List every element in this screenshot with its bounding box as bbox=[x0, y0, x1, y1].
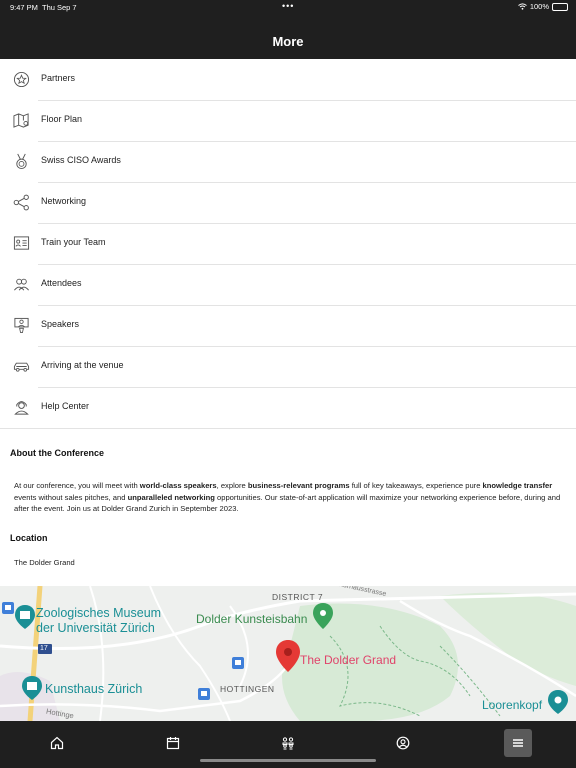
menu-label: Swiss CISO Awards bbox=[41, 155, 121, 165]
attendees-icon bbox=[282, 737, 294, 750]
status-right: 100% bbox=[517, 2, 568, 11]
battery-percent: 100% bbox=[529, 2, 549, 11]
map-label-kunsthaus: Kunsthaus Zürich bbox=[45, 682, 143, 696]
menu-icon bbox=[513, 739, 523, 747]
medal-icon bbox=[16, 153, 27, 170]
nav-bar: More bbox=[0, 14, 576, 59]
about-heading: About the Conference bbox=[10, 448, 105, 458]
menu-label: Networking bbox=[41, 196, 87, 206]
car-icon bbox=[13, 362, 30, 372]
battery-icon bbox=[552, 2, 568, 11]
menu-item-help-center[interactable]: Help Center bbox=[0, 387, 576, 429]
status-date: Thu Sep 7 bbox=[42, 3, 77, 12]
menu-label: Partners bbox=[41, 73, 76, 83]
menu-item-train-your-team[interactable]: Train your Team bbox=[0, 223, 576, 265]
menu-label: Attendees bbox=[41, 278, 82, 288]
home-icon bbox=[50, 736, 64, 750]
about-text: At our conference, you will meet with wo… bbox=[14, 481, 561, 513]
multitasking-dots-icon[interactable]: ••• bbox=[282, 1, 294, 11]
calendar-icon bbox=[166, 737, 180, 750]
location-name: The Dolder Grand bbox=[14, 558, 75, 567]
route-number: 17 bbox=[40, 645, 48, 652]
map-label-zoo-1: Zoologisches Museum bbox=[36, 606, 162, 620]
wifi-icon bbox=[517, 3, 527, 10]
menu-label: Arriving at the venue bbox=[41, 360, 124, 370]
menu-label: Floor Plan bbox=[41, 114, 83, 124]
tab-more[interactable] bbox=[504, 729, 532, 757]
tab-profile[interactable] bbox=[389, 729, 417, 757]
menu-item-swiss-ciso-awards[interactable]: Swiss CISO Awards bbox=[0, 141, 576, 183]
tab-agenda[interactable] bbox=[159, 729, 187, 757]
people-icon bbox=[14, 278, 29, 291]
menu-item-networking[interactable]: Networking bbox=[0, 182, 576, 224]
menu-item-speakers[interactable]: Speakers bbox=[0, 305, 576, 347]
menu-item-arriving-at-venue[interactable]: Arriving at the venue bbox=[0, 346, 576, 388]
tab-attendees[interactable] bbox=[274, 729, 302, 757]
more-menu-list: Partners Floor Plan Swiss CISO Awards Ne… bbox=[0, 59, 576, 429]
star-badge-icon bbox=[13, 71, 30, 88]
map-label-loorenkopf: Loorenkopf bbox=[482, 698, 543, 712]
map-label-kunsteisbahn: Dolder Kunsteisbahn bbox=[196, 612, 308, 626]
tab-home[interactable] bbox=[43, 729, 71, 757]
home-indicator[interactable] bbox=[200, 759, 376, 762]
menu-label: Train your Team bbox=[41, 237, 106, 247]
speaker-podium-icon bbox=[14, 317, 29, 334]
profile-icon bbox=[396, 736, 410, 750]
menu-label: Help Center bbox=[41, 401, 90, 411]
map-label-venue: The Dolder Grand bbox=[300, 653, 397, 667]
map-label-hottingen: HOTTINGEN bbox=[220, 684, 275, 694]
help-agent-icon bbox=[14, 401, 29, 415]
map-pin-icon bbox=[13, 113, 29, 128]
map-label-zoo-2: der Universität Zürich bbox=[36, 621, 155, 635]
status-time: 9:47 PM bbox=[10, 3, 38, 12]
status-bar: 9:47 PM Thu Sep 7 ••• 100% bbox=[0, 0, 576, 14]
training-icon bbox=[13, 236, 30, 250]
location-map[interactable]: 17 Zoologisches Museum der Universität Z… bbox=[0, 586, 576, 721]
menu-item-attendees[interactable]: Attendees bbox=[0, 264, 576, 306]
menu-item-partners[interactable]: Partners bbox=[0, 59, 576, 101]
map-label-district: DISTRICT 7 bbox=[272, 592, 324, 602]
location-heading: Location bbox=[10, 533, 48, 543]
share-network-icon bbox=[13, 194, 29, 211]
menu-item-floor-plan[interactable]: Floor Plan bbox=[0, 100, 576, 142]
menu-label: Speakers bbox=[41, 319, 80, 329]
